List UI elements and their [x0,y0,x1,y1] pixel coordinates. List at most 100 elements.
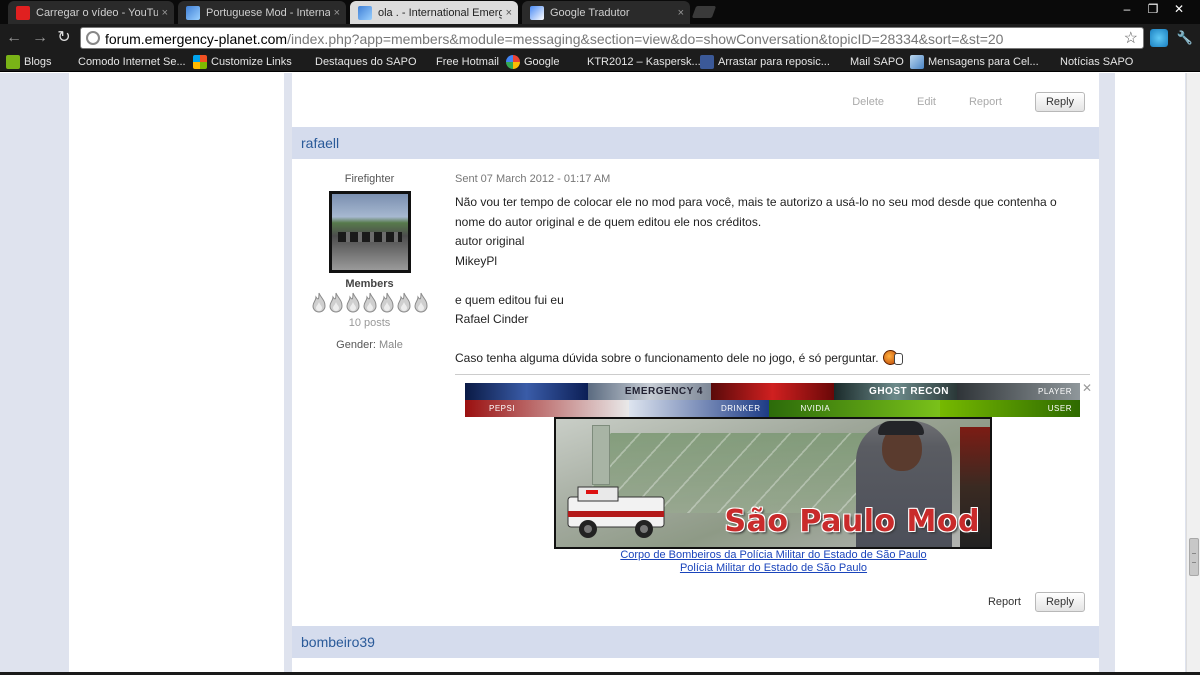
back-arrow-icon[interactable]: ← [4,28,24,48]
close-window-icon[interactable]: ✕ [1166,0,1192,18]
facebook-icon [700,55,714,69]
wrench-icon[interactable]: 🔧 [1175,28,1195,48]
avatar[interactable] [328,191,411,273]
post-author-link[interactable]: rafaell [301,135,339,151]
author-info: Firefighter Members 10 posts Gender: Mal… [292,173,447,351]
reputation-flame-icon [311,292,327,314]
userbar-cell [465,383,588,400]
skype-extension-icon[interactable] [1150,29,1168,47]
forward-arrow-icon[interactable]: → [30,28,50,48]
tab-close-icon[interactable]: × [162,7,168,19]
globe-icon [86,31,100,45]
reputation-flame-icon [345,292,361,314]
member-group: Members [345,278,394,290]
tab-close-icon[interactable]: × [506,7,512,19]
reply-button[interactable]: Reply [1035,92,1085,112]
close-icon[interactable]: ✕ [1082,381,1092,395]
signature-userbar: EMERGENCY 4 GHOST RECON PLAYER PEPSI DRI… [465,381,1092,417]
bookmark-comodo[interactable]: Comodo Internet Se... [78,54,186,70]
message-text: Não vou ter tempo de colocar ele no mod … [455,193,1092,369]
report-link[interactable]: Report [969,96,1002,108]
reputation-flame-icon [379,292,395,314]
building-graphic [592,425,610,485]
reload-icon[interactable]: ↻ [54,28,74,48]
signature-link-policia-militar[interactable]: Polícia Militar do Estado de São Paulo [455,562,1092,575]
message-line: e quem editou fui eu [455,292,564,307]
bookmark-mail-sapo[interactable]: Mail SAPO [850,54,904,70]
signature-image-sao-paulo-mod: São Paulo Mod [554,417,992,549]
bookmark-label: Mensagens para Cel... [928,56,1039,68]
bookmark-label: Google [524,56,560,68]
tab-close-icon[interactable]: × [678,7,684,19]
bookmark-noticias-sapo[interactable]: Notícias SAPO [1060,54,1133,70]
tab-ola-active[interactable]: ola . - International Emerge × [350,1,518,24]
userbar-nvidia: NVIDIA [768,400,941,417]
emergency-planet-icon [358,5,372,20]
bookmark-label: KTR2012 – Kaspersk... [587,56,701,68]
bookmark-star-icon[interactable]: ☆ [1124,28,1138,48]
conversation-content: Delete Edit Report Reply rafaell Firefig… [292,73,1099,675]
sent-date: Sent 07 March 2012 - 01:17 AM [455,173,611,185]
bookmark-google[interactable]: Google [506,54,559,70]
post-count: 10 posts [348,317,391,329]
gender-value: Male [378,339,403,351]
userbar-player: PLAYER [957,383,1080,400]
message-line: nome do autor original e de quem editou … [455,214,762,229]
message-line [455,330,1092,350]
signature-link-corpo-bombeiros[interactable]: Corpo de Bombeiros da Polícia Militar do… [455,549,1092,562]
edit-link[interactable]: Edit [917,96,936,108]
page-scrollbar[interactable] [1186,73,1200,675]
restore-icon[interactable]: ❐ [1140,0,1166,18]
signature-divider [455,374,1090,375]
bookmark-label: Customize Links [211,56,292,68]
userbar-emergency4: EMERGENCY 4 [588,383,711,400]
report-link[interactable]: Report [988,596,1021,608]
userbar-pepsi: PEPSI [465,400,629,417]
tab-youtube[interactable]: Carregar o vídeo - YouTube × [8,1,174,24]
bookmark-mensagens[interactable]: Mensagens para Cel... [910,54,1039,70]
browser-tab-strip: Carregar o vídeo - YouTube × Portuguese … [0,0,1200,24]
message-line: autor original [455,234,525,248]
message-line [455,271,1092,291]
bookmark-label: Notícias SAPO [1060,56,1134,68]
bookmark-label: Blogs [24,56,52,68]
url-text[interactable]: forum.emergency-planet.com/index.php?app… [105,31,1003,47]
windows-icon [193,55,207,69]
rescue-truck-graphic [567,486,665,538]
reputation-flame-icon [328,292,344,314]
bookmark-ktr2012[interactable]: KTR2012 – Kaspersk... [587,54,701,70]
userbar-drinker: DRINKER [628,400,769,417]
reply-button[interactable]: Reply [1035,592,1085,612]
new-tab-button[interactable] [691,6,717,18]
bookmark-label: Arrastar para reposic... [718,56,830,68]
url-path: /index.php?app=members&module=messaging&… [287,31,1004,47]
google-translate-icon [530,5,544,20]
bookmark-customize-links[interactable]: Customize Links [193,54,292,70]
bookmark-free-hotmail[interactable]: Free Hotmail [436,54,499,70]
userbar-top: EMERGENCY 4 GHOST RECON PLAYER [465,383,1080,400]
message-line: Não vou ter tempo de colocar ele no mod … [455,195,1057,209]
signature-image-title: São Paulo Mod [724,504,980,539]
tab-close-icon[interactable]: × [334,7,340,19]
reputation-pips [292,292,447,314]
bookmark-label: Destaques do SAPO [315,56,417,68]
post-author-link[interactable]: bombeiro39 [301,634,375,650]
tab-title: Google Tradutor [550,6,630,19]
delete-link[interactable]: Delete [852,96,884,108]
minimize-icon[interactable]: ‒ [1114,0,1140,18]
gender-label: Gender: [336,339,376,351]
bookmark-destaques-sapo[interactable]: Destaques do SAPO [315,54,417,70]
tab-google-tradutor[interactable]: Google Tradutor × [522,1,690,24]
message-line-last: Caso tenha alguma dúvida sobre o funcion… [455,349,1092,369]
page-viewport: Delete Edit Report Reply rafaell Firefig… [0,73,1200,675]
bookmarks-bar: Blogs Comodo Internet Se... Customize Li… [0,52,1200,72]
tab-portuguese-mod[interactable]: Portuguese Mod - Internati × [178,1,346,24]
bookmark-blogs[interactable]: Blogs [6,54,52,70]
tab-title: Carregar o vídeo - YouTube [36,6,158,19]
member-rank: Firefighter [344,173,395,185]
bookmark-arrastar[interactable]: Arrastar para reposic... [700,54,830,70]
userbar-cell [711,383,834,400]
address-bar[interactable]: forum.emergency-planet.com/index.php?app… [80,27,1144,49]
scrollbar-thumb[interactable] [1189,538,1199,576]
sms-icon [910,55,924,69]
